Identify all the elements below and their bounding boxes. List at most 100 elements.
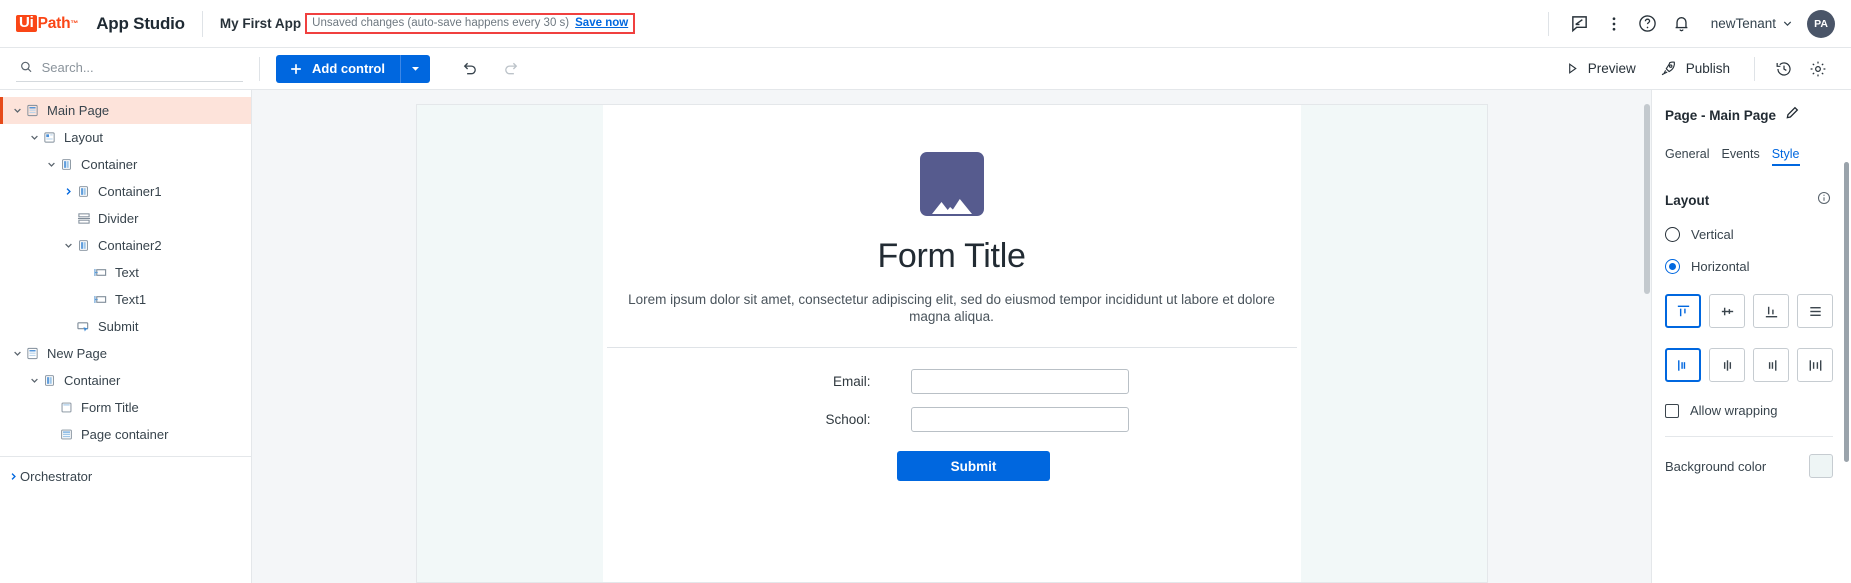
justify-end-icon[interactable] [1753,348,1790,382]
tree-item-form-title[interactable]: Form Title [0,394,251,421]
save-now-link[interactable]: Save now [575,17,628,29]
justify-start-icon[interactable] [1665,348,1702,382]
school-input[interactable] [910,407,1129,433]
align-center-icon[interactable] [1709,294,1746,328]
chevron-down-icon[interactable] [10,106,24,115]
page-side-column[interactable] [416,105,603,582]
info-icon[interactable] [1817,191,1831,210]
text-icon [92,293,109,306]
search-input[interactable] [41,59,239,75]
radio-checked-icon [1665,259,1680,274]
label-icon [58,401,75,414]
divider-icon [75,212,92,225]
undo-button[interactable] [458,57,482,81]
canvas-page[interactable]: Form Title Lorem ipsum dolor sit amet, c… [415,104,1488,583]
tree-item-label: Text1 [115,292,147,307]
tree-item-container2[interactable]: Container2 [0,232,251,259]
publish-button[interactable]: Publish [1648,54,1742,84]
add-control-group: Add control [276,54,430,83]
tree-item-divider[interactable]: Divider [0,205,251,232]
tab-events[interactable]: Events [1721,147,1759,166]
container-icon [75,239,92,252]
form-title[interactable]: Form Title [877,237,1025,276]
chevron-down-icon[interactable] [27,376,41,385]
tab-general[interactable]: General [1665,147,1709,166]
tree-item-label: Divider [98,211,139,226]
tree-item-label: Orchestrator [20,469,93,484]
align-cross-group [1665,348,1833,382]
undo-icon [464,62,477,75]
orientation-horizontal-radio[interactable]: Horizontal [1665,259,1833,274]
orientation-vertical-label: Vertical [1691,227,1734,242]
align-start-icon[interactable] [1665,294,1702,328]
tree-item-label: Submit [98,319,139,334]
allow-wrapping-label: Allow wrapping [1690,403,1778,418]
form-subtitle[interactable]: Lorem ipsum dolor sit amet, consectetur … [616,292,1288,325]
app-header: Ui Path ™ App Studio My First App Unsaved… [0,0,1851,48]
tree-item-page-container[interactable]: Page container [0,421,251,448]
tree-item-main-page[interactable]: Main Page [0,97,251,124]
submit-button[interactable]: Submit [897,451,1050,482]
background-color-swatch[interactable] [1809,454,1833,478]
email-input[interactable] [910,369,1129,395]
properties-panel: Page - Main Page General Events Style La… [1651,90,1851,583]
history-icon[interactable] [1767,52,1801,86]
header-divider [201,10,203,37]
tree-item-submit[interactable]: Submit [0,313,251,340]
uipath-logo-icon: Ui Path ™ [16,15,78,33]
settings-gear-icon[interactable] [1801,52,1835,86]
page-side-column-right[interactable] [1300,105,1487,582]
properties-tabs: General Events Style [1665,147,1833,166]
tree-item-text[interactable]: Text [0,259,251,286]
tab-style[interactable]: Style [1771,147,1800,166]
tenant-selector[interactable]: newTenant [1711,16,1793,31]
tree-item-new-page[interactable]: New Page [0,340,251,367]
orientation-vertical-radio[interactable]: Vertical [1665,227,1833,242]
container-icon [41,374,58,387]
align-end-icon[interactable] [1753,294,1790,328]
page-main-column[interactable]: Form Title Lorem ipsum dolor sit amet, c… [603,105,1301,582]
form-field-school: School: [607,407,1297,433]
allow-wrapping-checkbox[interactable]: Allow wrapping [1665,403,1833,418]
justify-between-icon[interactable] [1797,348,1833,382]
align-main-group [1665,294,1833,328]
tree-item-layout[interactable]: Layout [0,124,251,151]
preview-button[interactable]: Preview [1554,54,1648,84]
tree-item-container[interactable]: Container [0,151,251,178]
image-placeholder-icon[interactable] [919,152,984,216]
chevron-right-icon[interactable] [61,187,75,196]
chevron-down-icon[interactable] [27,133,41,142]
logo-tm: ™ [70,19,79,28]
help-circle-icon[interactable] [1631,7,1665,41]
tree-item-container[interactable]: Container [0,367,251,394]
brand-logo[interactable]: Ui Path ™ App Studio [0,14,185,34]
orientation-horizontal-label: Horizontal [1691,259,1750,274]
background-color-row: Background color [1665,454,1833,478]
tree-item-orchestrator[interactable]: Orchestrator [0,463,251,490]
align-stretch-icon[interactable] [1797,294,1833,328]
add-control-label: Add control [312,61,385,76]
properties-scrollbar[interactable] [1844,162,1849,462]
chevron-down-icon[interactable] [44,160,58,169]
avatar[interactable]: PA [1807,9,1835,38]
toolbar-divider-1 [259,56,260,81]
canvas-scrollbar[interactable] [1644,104,1650,294]
search-icon [21,61,32,73]
pencil-icon[interactable] [1785,106,1799,125]
more-vertical-icon[interactable] [1597,7,1631,41]
chevron-down-icon[interactable] [10,349,24,358]
tree-item-label: Container1 [98,184,162,199]
search-box[interactable] [16,56,243,82]
feedback-icon[interactable] [1563,7,1597,41]
layout-section-header: Layout [1665,191,1833,210]
add-control-dropdown-button[interactable] [399,54,430,83]
chevron-down-icon[interactable] [61,241,75,250]
add-control-button[interactable]: Add control [276,54,400,83]
bell-icon[interactable] [1665,7,1699,41]
justify-center-icon[interactable] [1709,348,1746,382]
tree-item-text1[interactable]: Text1 [0,286,251,313]
tree-item-label: Container [64,373,121,388]
redo-button[interactable] [500,57,524,81]
tree-item-container1[interactable]: Container1 [0,178,251,205]
toolbar-right-actions: Preview Publish [1554,52,1851,86]
